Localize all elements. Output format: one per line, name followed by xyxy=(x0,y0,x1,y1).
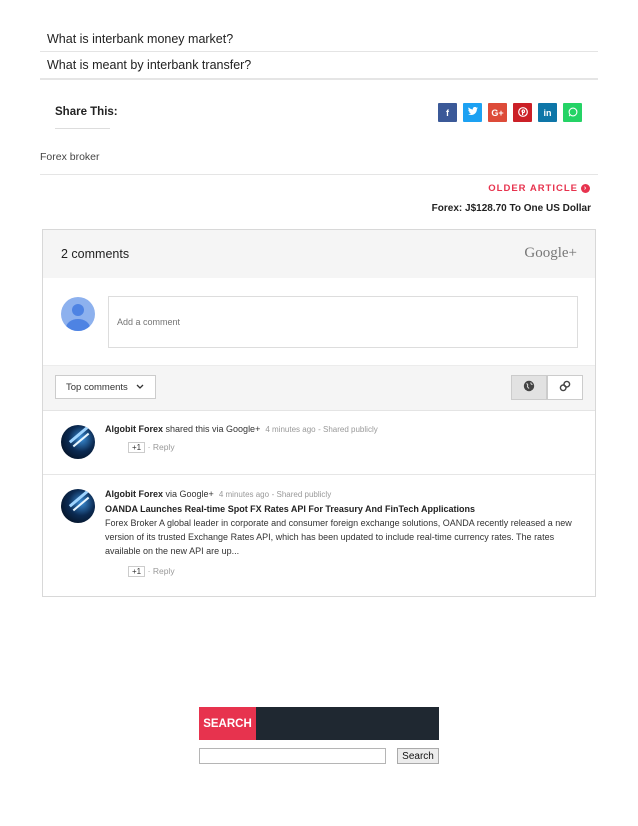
search-widget-title: SEARCH xyxy=(199,707,256,740)
comment-author[interactable]: Algobit Forex xyxy=(105,489,163,499)
reply-link[interactable]: Reply xyxy=(153,442,175,452)
linkedin-icon: in xyxy=(543,107,552,118)
link-toggle[interactable] xyxy=(547,375,583,400)
comment-body: Forex Broker A global leader in corporat… xyxy=(105,518,572,556)
divider xyxy=(40,174,598,175)
sort-dropdown[interactable]: Top comments xyxy=(55,375,156,399)
facebook-icon: f xyxy=(446,107,449,118)
comment-compose xyxy=(43,278,595,365)
search-widget: SEARCH Search xyxy=(199,707,439,764)
comment-visibility: Shared publicly xyxy=(323,425,378,434)
avatar[interactable] xyxy=(61,425,95,459)
older-article-title[interactable]: Forex: J$128.70 To One US Dollar xyxy=(432,203,591,214)
plus-one-button[interactable]: +1 xyxy=(128,566,146,577)
google-plus-comments: 2 comments Google+ Top comments xyxy=(42,229,596,597)
comment-author[interactable]: Algobit Forex xyxy=(105,424,163,434)
comment-post-title[interactable]: OANDA Launches Real-time Spot FX Rates A… xyxy=(105,504,475,514)
related-posts: What is interbank money market? What is … xyxy=(40,26,598,78)
search-form: Search xyxy=(199,748,439,764)
google-plus-share-button[interactable]: G+ xyxy=(488,103,507,122)
google-plus-icon: G+ xyxy=(491,107,504,118)
chevron-down-icon xyxy=(136,382,144,393)
sort-label: Top comments xyxy=(66,381,128,393)
comments-header: 2 comments Google+ xyxy=(43,230,595,278)
visibility-toggle xyxy=(511,375,583,400)
globe-icon xyxy=(523,379,535,397)
comment-header: Algobit Forex via Google+ 4 minutes ago … xyxy=(105,489,332,499)
search-widget-header: SEARCH xyxy=(199,707,439,740)
comment-actions: +1 · Reply xyxy=(128,566,175,577)
related-post-link[interactable]: What is meant by interbank transfer? xyxy=(40,52,598,78)
label-link-forex-broker[interactable]: Forex broker xyxy=(40,151,100,163)
older-article-label: OLDER ARTICLE xyxy=(488,183,578,194)
comment-action: via Google+ xyxy=(165,489,214,499)
share-buttons: f G+ in xyxy=(438,103,582,122)
pinterest-share-button[interactable] xyxy=(513,103,532,122)
comment-actions: +1 · Reply xyxy=(128,442,175,453)
reply-link[interactable]: Reply xyxy=(153,566,175,576)
whatsapp-share-button[interactable] xyxy=(563,103,582,122)
add-comment-input[interactable] xyxy=(108,296,578,348)
avatar[interactable] xyxy=(61,489,95,523)
comment-item: Algobit Forex shared this via Google+ 4 … xyxy=(43,411,595,475)
plus-one-button[interactable]: +1 xyxy=(128,442,146,453)
link-icon xyxy=(559,379,571,397)
share-underline xyxy=(55,128,110,129)
comment-time[interactable]: 4 minutes ago xyxy=(265,425,315,434)
search-input[interactable] xyxy=(199,748,386,764)
twitter-icon xyxy=(467,106,478,118)
twitter-share-button[interactable] xyxy=(463,103,482,122)
public-toggle[interactable] xyxy=(511,375,547,400)
older-article-link[interactable]: OLDER ARTICLE › xyxy=(488,183,590,194)
pinterest-icon xyxy=(517,106,528,119)
comment-count: 2 comments xyxy=(61,247,130,261)
search-button[interactable]: Search xyxy=(397,748,439,764)
google-plus-logo: Google+ xyxy=(524,245,577,261)
share-section: Share This: f G+ in xyxy=(40,78,598,138)
share-label: Share This: xyxy=(55,106,118,118)
avatar xyxy=(61,297,95,331)
whatsapp-icon xyxy=(568,107,578,119)
facebook-share-button[interactable]: f xyxy=(438,103,457,122)
comment-visibility: Shared publicly xyxy=(276,490,332,499)
comment-header: Algobit Forex shared this via Google+ 4 … xyxy=(105,424,378,434)
comment-item: Algobit Forex via Google+ 4 minutes ago … xyxy=(43,475,595,596)
related-post-link[interactable]: What is interbank money market? xyxy=(40,26,598,52)
comments-toolbar: Top comments xyxy=(43,365,595,411)
linkedin-share-button[interactable]: in xyxy=(538,103,557,122)
comment-time[interactable]: 4 minutes ago xyxy=(219,490,269,499)
comment-action: shared this via Google+ xyxy=(165,424,261,434)
chevron-right-icon: › xyxy=(581,184,590,193)
